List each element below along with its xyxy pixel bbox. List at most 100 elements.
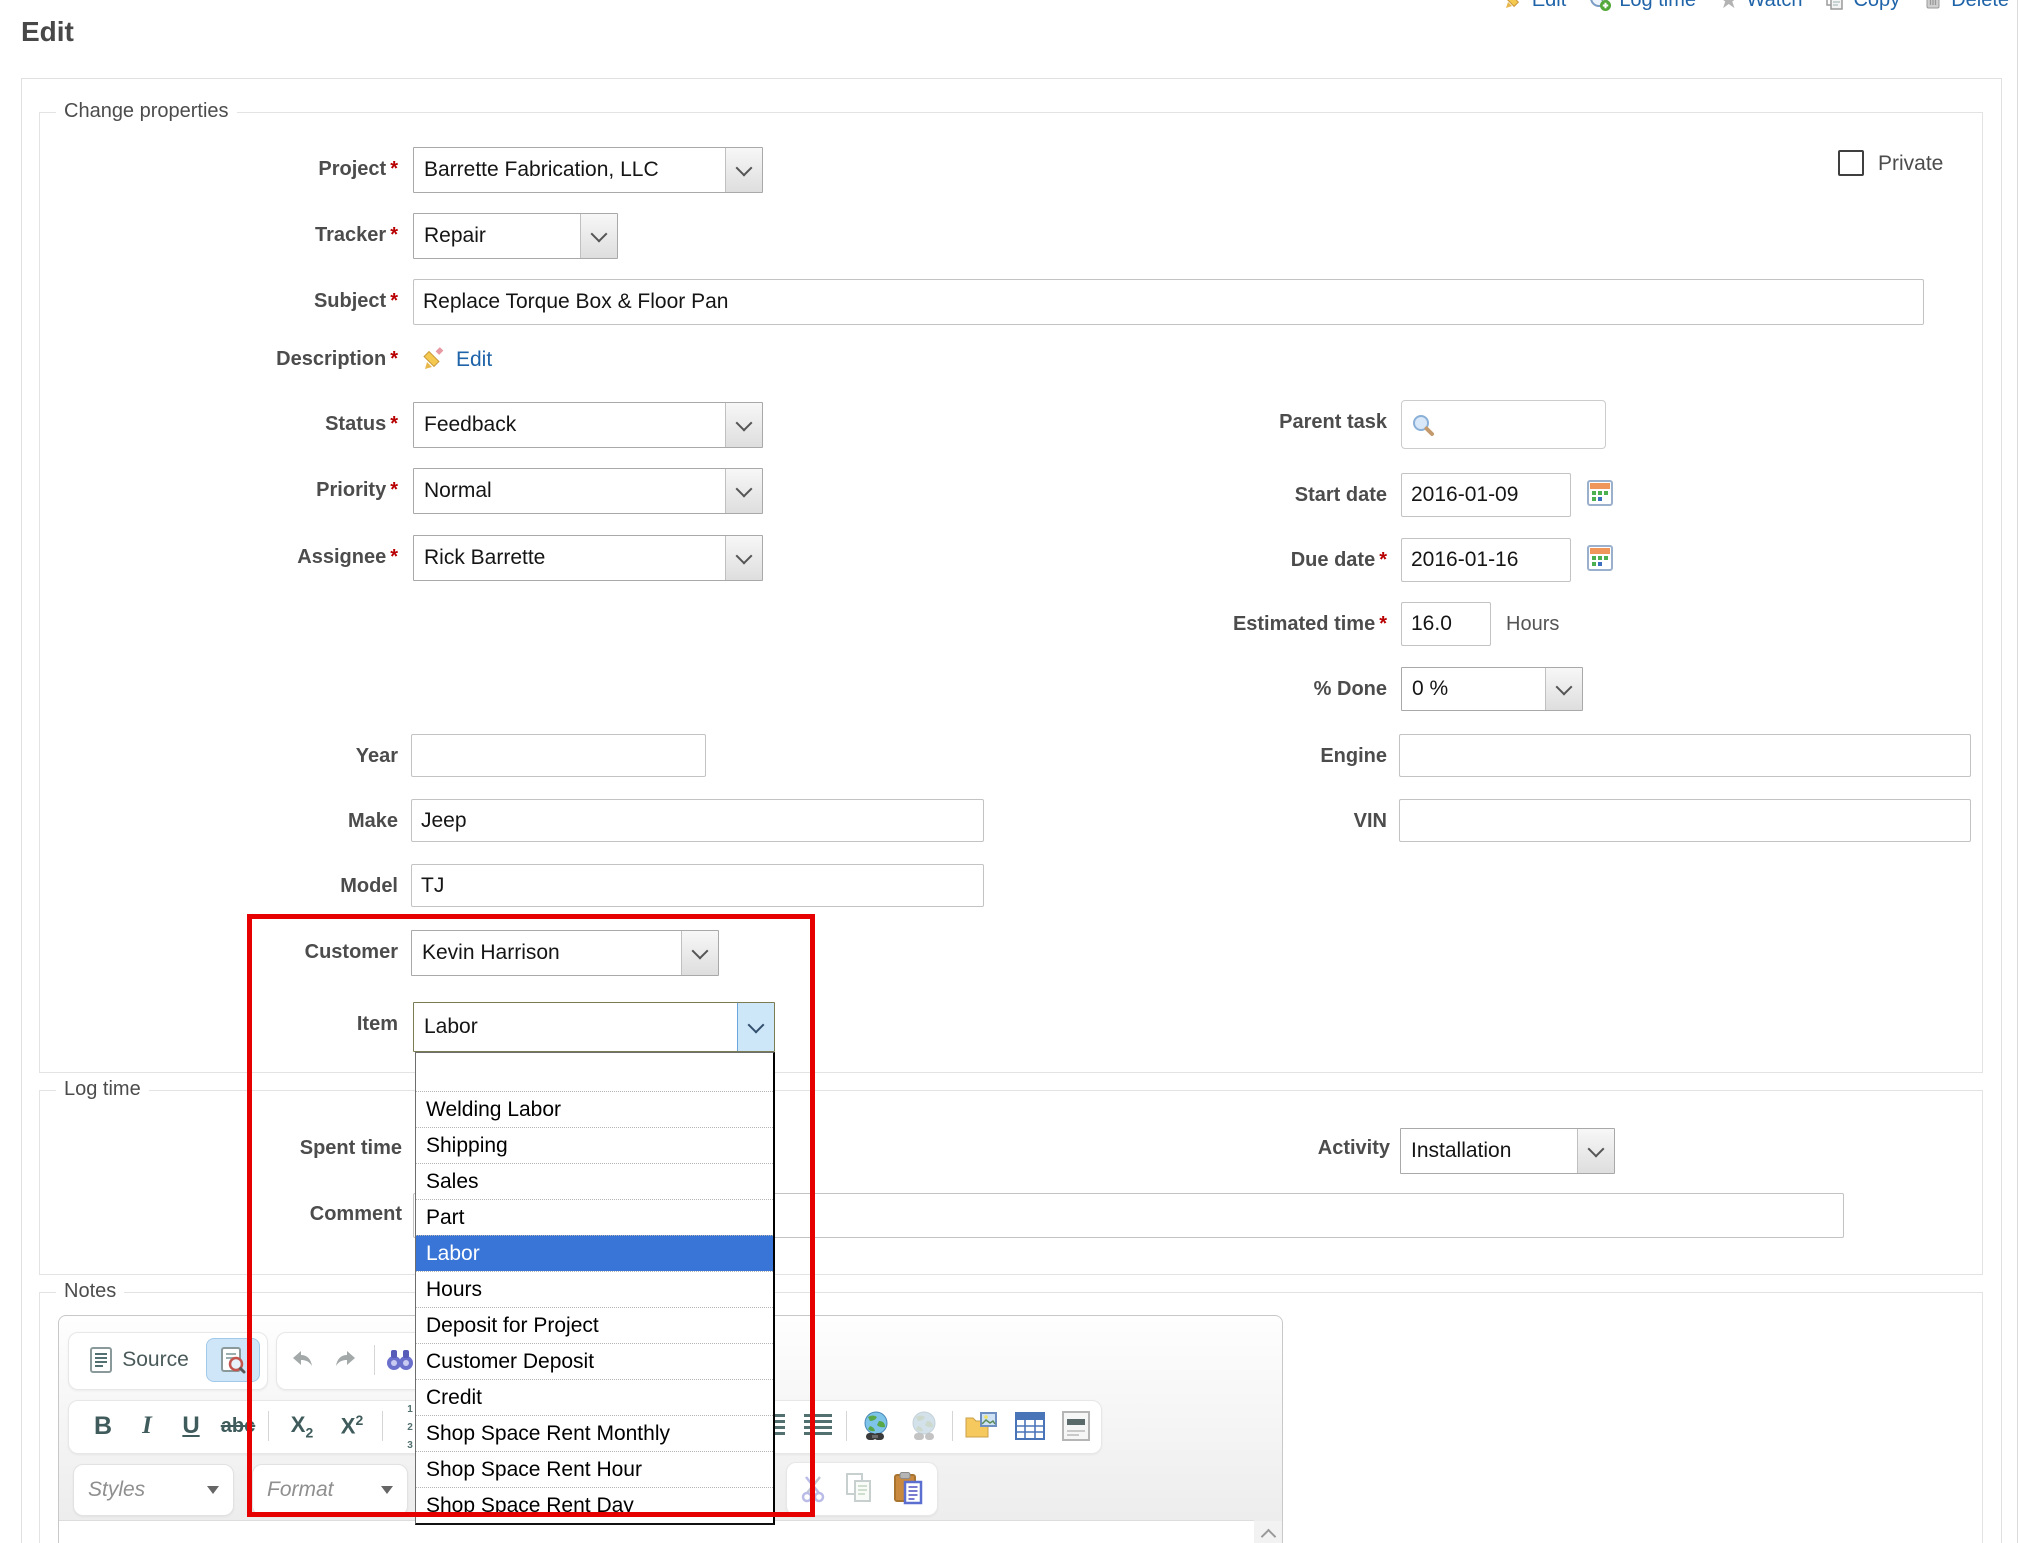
styles-dropdown[interactable]: Styles — [73, 1464, 234, 1516]
redo-button[interactable] — [326, 1340, 366, 1380]
assignee-value: Rick Barrette — [414, 536, 725, 580]
item-value: Labor — [414, 1003, 737, 1051]
numbered-list-icon: 123 — [407, 1399, 413, 1453]
clock-plus-icon — [1588, 0, 1612, 12]
vin-input[interactable] — [1399, 799, 1971, 842]
activity-select[interactable]: Installation — [1400, 1128, 1615, 1174]
engine-input[interactable] — [1399, 734, 1971, 777]
make-input[interactable]: Jeep — [411, 799, 984, 842]
status-select[interactable]: Feedback — [413, 402, 763, 448]
watch-action-label: Watch — [1747, 0, 1803, 12]
delete-action-link[interactable]: Delete — [1922, 0, 2009, 12]
description-edit-link[interactable]: Edit — [456, 348, 492, 372]
dropdown-option[interactable]: Shop Space Rent Day — [416, 1487, 773, 1523]
subject-input[interactable]: Replace Torque Box & Floor Pan — [413, 279, 1924, 325]
due-date-label: Due date* — [1027, 549, 1387, 572]
description-label: Description* — [38, 348, 398, 371]
project-select[interactable]: Barrette Fabrication, LLC — [413, 147, 763, 193]
horizontal-rule-button[interactable] — [1054, 1404, 1098, 1448]
scissors-icon — [798, 1473, 828, 1503]
page-right-divider — [2017, 0, 2018, 1543]
private-label: Private — [1878, 152, 1943, 176]
tracker-select[interactable]: Repair — [413, 213, 618, 259]
unlink-button[interactable] — [902, 1404, 946, 1448]
document-preview-icon — [220, 1346, 246, 1374]
table-icon — [1014, 1411, 1046, 1441]
source-button-label: Source — [122, 1348, 189, 1372]
log-time-action-link[interactable]: Log time — [1588, 0, 1696, 12]
chevron-down-icon — [1545, 668, 1582, 710]
superscript-button[interactable]: X2 — [330, 1406, 374, 1446]
dropdown-option[interactable]: Shop Space Rent Hour — [416, 1451, 773, 1487]
copy-button[interactable] — [838, 1468, 880, 1508]
edit-action-label: Edit — [1532, 0, 1566, 12]
start-date-label: Start date — [1027, 484, 1387, 507]
dropdown-option[interactable]: Sales — [416, 1163, 773, 1199]
undo-icon — [288, 1348, 316, 1372]
chevron-down-icon — [725, 469, 762, 513]
delete-action-label: Delete — [1951, 0, 2009, 12]
watch-action-link[interactable]: ★ Watch — [1718, 0, 1802, 12]
activity-label: Activity — [1030, 1137, 1390, 1160]
chevron-down-icon — [207, 1486, 219, 1494]
paste-button[interactable] — [886, 1468, 930, 1508]
log-time-fieldset: Log time — [39, 1090, 1983, 1275]
dropdown-option[interactable]: Welding Labor — [416, 1091, 773, 1127]
copy-action-link[interactable]: Copy — [1824, 0, 1900, 12]
subscript-button[interactable]: X2 — [280, 1406, 324, 1446]
superscript-icon: X2 — [341, 1412, 363, 1439]
model-input[interactable]: TJ — [411, 864, 984, 907]
dropdown-option[interactable] — [416, 1053, 773, 1091]
estimated-time-input[interactable]: 16.0 — [1401, 602, 1491, 646]
estimated-time-label: Estimated time* — [1027, 613, 1387, 636]
make-label: Make — [38, 810, 398, 833]
customer-select[interactable]: Kevin Harrison — [411, 930, 719, 976]
dropdown-option[interactable]: Shipping — [416, 1127, 773, 1163]
calendar-icon[interactable] — [1585, 478, 1615, 508]
dropdown-option[interactable]: Part — [416, 1199, 773, 1235]
start-date-input[interactable]: 2016-01-09 — [1401, 473, 1571, 517]
justify-block-button[interactable] — [798, 1406, 838, 1446]
strikethrough-button[interactable]: abc — [216, 1406, 260, 1446]
year-input[interactable] — [411, 734, 706, 777]
link-button[interactable] — [854, 1404, 898, 1448]
undo-button[interactable] — [282, 1340, 322, 1380]
status-value: Feedback — [414, 403, 725, 447]
page: Edit Log time ★ Watch Copy Delete Edit C… — [0, 0, 2039, 1543]
dropdown-option[interactable]: Customer Deposit — [416, 1343, 773, 1379]
dropdown-option[interactable]: Credit — [416, 1379, 773, 1415]
source-button[interactable]: Source — [74, 1338, 204, 1382]
strikethrough-icon: abc — [221, 1415, 255, 1438]
chevron-down-icon — [681, 931, 718, 975]
editor-scrollbar[interactable] — [1254, 1521, 1282, 1543]
insert-image-button[interactable] — [958, 1404, 1004, 1448]
chevron-down-icon — [1577, 1129, 1614, 1173]
assignee-select[interactable]: Rick Barrette — [413, 535, 763, 581]
calendar-icon[interactable] — [1585, 543, 1615, 573]
find-button[interactable] — [382, 1340, 418, 1380]
project-value: Barrette Fabrication, LLC — [414, 148, 725, 192]
priority-select[interactable]: Normal — [413, 468, 763, 514]
dropdown-option[interactable]: Shop Space Rent Monthly — [416, 1415, 773, 1451]
dropdown-option[interactable]: Deposit for Project — [416, 1307, 773, 1343]
dropdown-option[interactable]: Hours — [416, 1271, 773, 1307]
bold-button[interactable]: B — [84, 1406, 122, 1446]
due-date-input[interactable]: 2016-01-16 — [1401, 538, 1571, 582]
bold-icon: B — [94, 1412, 112, 1441]
preview-button[interactable] — [206, 1338, 260, 1382]
notes-legend: Notes — [56, 1280, 124, 1303]
underline-button[interactable]: U — [172, 1406, 210, 1446]
insert-table-button[interactable] — [1008, 1404, 1052, 1448]
cut-button[interactable] — [792, 1468, 834, 1508]
change-properties-fieldset: Change properties — [39, 112, 1983, 1073]
private-checkbox[interactable] — [1838, 150, 1864, 176]
format-dropdown[interactable]: Format — [252, 1464, 408, 1516]
italic-button[interactable]: I — [128, 1406, 166, 1446]
page-title: Edit — [21, 16, 74, 48]
parent-task-input[interactable] — [1401, 400, 1606, 449]
subject-label: Subject* — [38, 290, 398, 313]
edit-action-link[interactable]: Edit — [1503, 0, 1566, 12]
item-select[interactable]: Labor — [413, 1002, 775, 1052]
dropdown-option-selected[interactable]: Labor — [416, 1235, 773, 1271]
percent-done-select[interactable]: 0 % — [1401, 667, 1583, 711]
